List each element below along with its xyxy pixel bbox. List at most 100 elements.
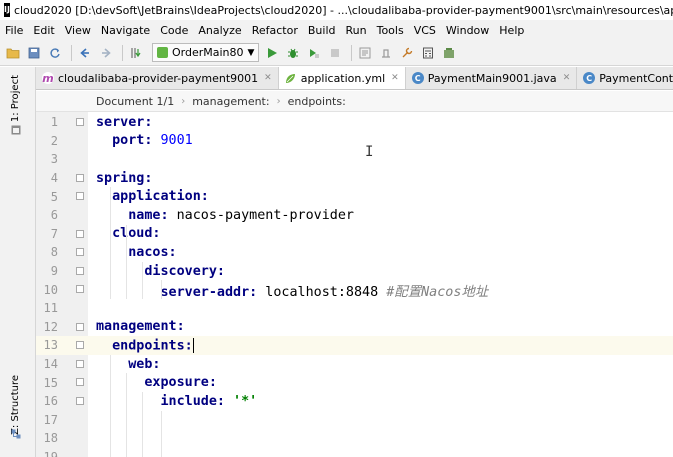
indent-guide (142, 261, 143, 299)
menu-run[interactable]: Run (341, 24, 372, 37)
code-line: 9 discovery: (36, 262, 673, 281)
yaml-value: 9001 (152, 133, 193, 149)
fold-marker-icon[interactable] (76, 285, 84, 294)
code-text: web: (96, 357, 160, 372)
code-text: endpoints: (96, 337, 194, 354)
menu-vcs[interactable]: VCS (409, 24, 441, 37)
fold-marker-icon[interactable] (76, 118, 84, 126)
run-with-coverage-icon[interactable] (305, 44, 323, 62)
mouse-ibeam-cursor-icon: I (365, 144, 374, 160)
run-configuration-selector[interactable]: OrderMain80 ▼ (152, 43, 260, 62)
save-all-icon[interactable] (25, 44, 43, 62)
synchronize-icon[interactable] (46, 44, 64, 62)
fold-marker-icon[interactable] (76, 341, 84, 350)
menu-view[interactable]: View (60, 24, 96, 37)
menu-code[interactable]: Code (155, 24, 193, 37)
line-number: 18 (43, 431, 58, 446)
code-line: 8 nacos: (36, 243, 673, 262)
line-number: 13 (43, 338, 58, 353)
menu-help[interactable]: Help (494, 24, 529, 37)
code-text: server: (96, 115, 152, 130)
chevron-right-icon: › (276, 95, 281, 107)
menu-window[interactable]: Window (441, 24, 494, 37)
code-line: 6 name: nacos-payment-provider (36, 206, 673, 225)
build-project-icon[interactable] (127, 44, 145, 62)
fold-marker-icon[interactable] (76, 248, 84, 257)
tab-label: PaymentMain9001.java (427, 71, 557, 85)
yaml-key: name: (128, 207, 169, 223)
fold-marker-icon[interactable] (76, 397, 84, 405)
forward-arrow-icon[interactable] (97, 44, 115, 62)
stop-icon[interactable] (326, 44, 344, 62)
yaml-key: port: (112, 133, 153, 149)
calculator-icon[interactable] (419, 44, 437, 62)
structure-view-icon[interactable] (11, 429, 21, 442)
code-line: 10 server-addr: localhost:8848 #配置Nacos地… (36, 280, 673, 300)
menu-file[interactable]: File (0, 24, 28, 37)
line-number: 1 (50, 115, 58, 130)
fold-marker-icon[interactable] (76, 192, 84, 201)
tab-application-yml[interactable]: application.yml ✕ (278, 67, 406, 89)
code-text: exposure: (96, 375, 217, 390)
main-toolbar: OrderMain80 ▼ (0, 40, 673, 66)
menu-navigate[interactable]: Navigate (96, 24, 155, 37)
code-line: 5 application: (36, 187, 673, 206)
yaml-key: application: (112, 189, 209, 205)
maven-projects-icon[interactable] (440, 44, 458, 62)
code-line: 16 include: '*' (36, 392, 673, 411)
debug-icon[interactable] (284, 44, 302, 62)
tab-payment-main[interactable]: C PaymentMain9001.java ✕ (406, 67, 578, 89)
close-icon[interactable]: ✕ (563, 73, 571, 83)
menu-bar: File Edit View Navigate Code Analyze Ref… (0, 20, 673, 40)
menu-analyze[interactable]: Analyze (193, 24, 246, 37)
open-folder-icon[interactable] (4, 44, 22, 62)
line-number: 6 (50, 208, 58, 223)
line-number: 11 (43, 301, 58, 316)
indent-guide (126, 224, 127, 299)
breadcrumb-management[interactable]: management: (192, 95, 269, 108)
line-number: 2 (50, 133, 58, 148)
code-text: name: nacos-payment-provider (96, 208, 354, 223)
editor-tab-bar: m cloudalibaba-provider-payment9001 ✕ ap… (36, 67, 673, 90)
code-text: cloud: (96, 226, 160, 241)
project-tool-window-tab[interactable]: 1: Project (10, 75, 21, 122)
code-line: 3 (36, 150, 673, 169)
yaml-key: management: (96, 319, 185, 335)
toolbar-separator (122, 44, 123, 61)
fold-marker-icon[interactable] (76, 322, 84, 331)
code-line: 4 spring: (36, 169, 673, 188)
yaml-key: endpoints: (112, 338, 193, 354)
run-icon[interactable] (263, 44, 281, 62)
line-number: 9 (50, 264, 58, 279)
project-structure-icon[interactable] (356, 44, 374, 62)
menu-tools[interactable]: Tools (372, 24, 409, 37)
close-icon[interactable]: ✕ (264, 73, 272, 83)
tab-payment-controller[interactable]: C PaymentController.java (577, 67, 673, 89)
fold-marker-icon[interactable] (76, 173, 84, 182)
breadcrumb-endpoints[interactable]: endpoints: (288, 95, 346, 108)
structure-tool-window-tab[interactable]: Z: Structure (10, 375, 21, 435)
code-editor[interactable]: 1 server: 2 port: 9001 3 4 spring: 5 applicati… (36, 112, 673, 457)
project-view-icon[interactable] (11, 125, 21, 138)
fold-marker-icon[interactable] (76, 266, 84, 275)
close-icon[interactable]: ✕ (391, 73, 399, 83)
fold-marker-icon[interactable] (76, 229, 84, 238)
code-text: management: (96, 319, 185, 334)
code-line: 12 management: (36, 318, 673, 337)
yaml-key: include: (160, 393, 226, 409)
yaml-key: server: (96, 114, 153, 130)
line-number: 16 (43, 394, 58, 409)
fold-marker-icon[interactable] (76, 378, 84, 387)
settings-wrench-icon[interactable] (398, 44, 416, 62)
fold-marker-icon[interactable] (76, 359, 84, 368)
tab-module[interactable]: m cloudalibaba-provider-payment9001 ✕ (36, 67, 279, 89)
menu-refactor[interactable]: Refactor (247, 24, 303, 37)
title-bar: IJ cloud2020 [D:\devSoft\JetBrains\IdeaP… (0, 0, 673, 20)
menu-edit[interactable]: Edit (28, 24, 59, 37)
back-arrow-icon[interactable] (76, 44, 94, 62)
menu-build[interactable]: Build (303, 24, 341, 37)
sdk-icon[interactable] (377, 44, 395, 62)
breadcrumb-document[interactable]: Document 1/1 (96, 95, 174, 108)
yaml-key: nacos: (128, 244, 177, 260)
code-line: 1 server: (36, 113, 673, 132)
